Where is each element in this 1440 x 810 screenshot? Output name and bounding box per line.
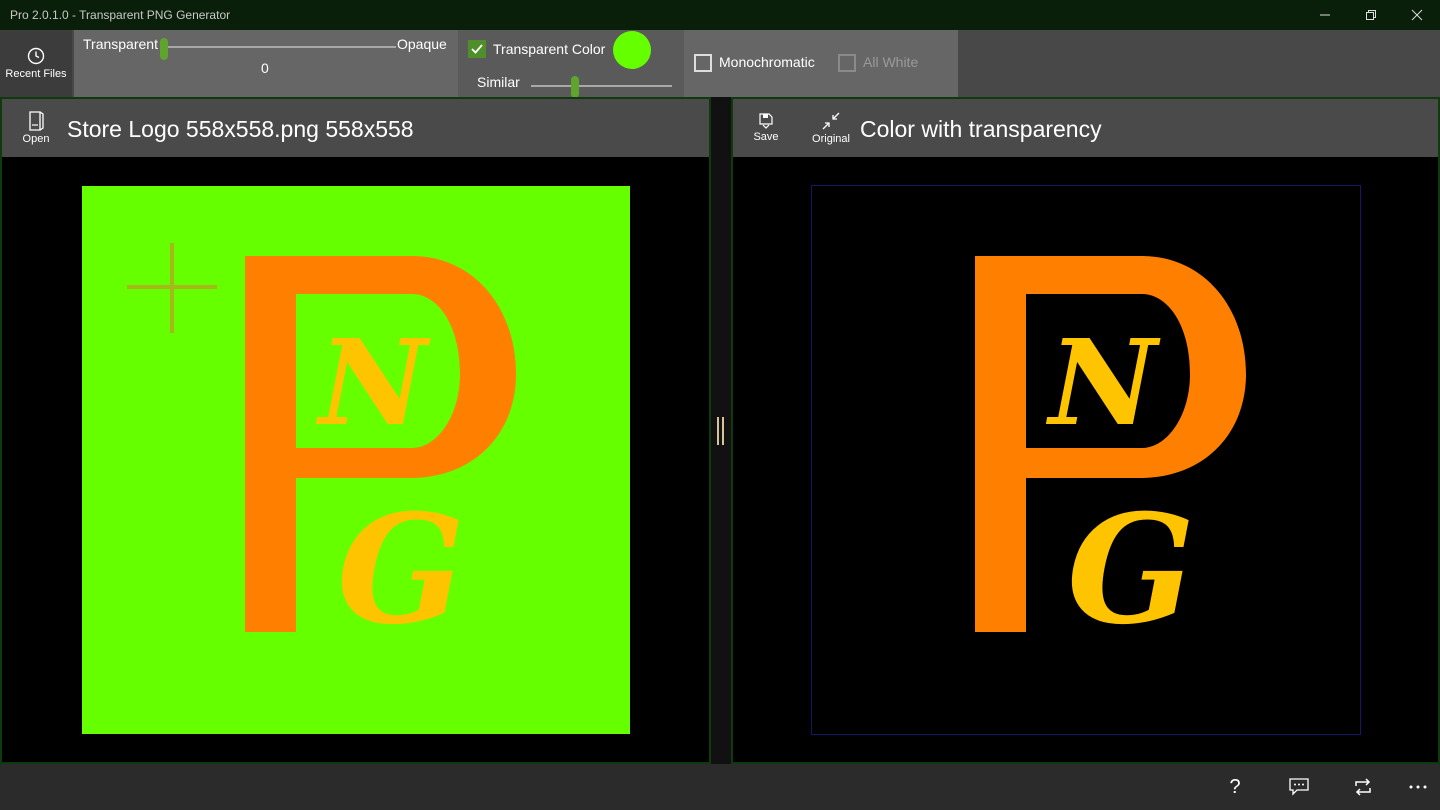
- svg-text:N: N: [315, 313, 431, 452]
- result-image-pane: Save Original Color with transparency N …: [731, 97, 1440, 764]
- result-image: N G: [811, 185, 1361, 735]
- crosshair-marker: [127, 243, 217, 333]
- window-title: Pro 2.0.1.0 - Transparent PNG Generator: [10, 8, 231, 22]
- color-mode-panel: Monochromatic All White: [684, 30, 958, 97]
- recent-files-button[interactable]: Recent Files: [0, 30, 72, 97]
- checkmark-icon: [471, 44, 483, 54]
- all-white-label: All White: [863, 54, 919, 70]
- all-white-checkbox[interactable]: [838, 54, 856, 72]
- question-mark-icon: ?: [1229, 775, 1241, 798]
- monochromatic-label: Monochromatic: [719, 54, 815, 70]
- save-label: Save: [753, 131, 779, 143]
- svg-text:G: G: [1067, 482, 1195, 658]
- result-image-title: Color with transparency: [860, 116, 1102, 142]
- save-button[interactable]: Save: [743, 99, 789, 157]
- transparent-color-label: Transparent Color: [493, 41, 606, 57]
- open-file-icon: [29, 111, 44, 131]
- png-logo-result: N G: [975, 256, 1246, 658]
- svg-text:N: N: [1045, 313, 1161, 452]
- more-icon: [1409, 785, 1427, 789]
- opaque-label: Opaque: [397, 36, 447, 52]
- transparent-color-swatch[interactable]: [613, 31, 651, 69]
- more-button[interactable]: [1400, 772, 1436, 802]
- open-label: Open: [22, 133, 50, 145]
- clock-icon: [27, 47, 45, 65]
- repeat-icon: [1355, 778, 1371, 796]
- transparent-color-panel: Transparent Color Similar: [458, 30, 684, 98]
- close-button[interactable]: [1394, 0, 1440, 30]
- original-label: Original: [812, 133, 850, 145]
- similar-slider-thumb[interactable]: [570, 76, 579, 98]
- transparency-panel: Transparent Opaque 0: [74, 30, 458, 97]
- source-image-title: Store Logo 558x558.png 558x558: [67, 116, 414, 142]
- open-button[interactable]: Open: [12, 99, 60, 157]
- toolbar: Recent Files Transparent Opaque 0 Transp…: [0, 30, 1440, 98]
- feedback-button[interactable]: [1281, 772, 1317, 802]
- minimize-button[interactable]: [1302, 0, 1348, 30]
- result-pane-header: Save Original Color with transparency: [733, 99, 1438, 157]
- splitter-handle[interactable]: [717, 417, 725, 445]
- title-bar: Pro 2.0.1.0 - Transparent PNG Generator: [0, 0, 1440, 30]
- monochromatic-checkbox[interactable]: [694, 54, 712, 72]
- feedback-icon: [1289, 778, 1309, 796]
- help-button[interactable]: ?: [1217, 772, 1253, 802]
- transparent-label: Transparent: [83, 36, 158, 52]
- recent-files-label: Recent Files: [5, 68, 67, 80]
- shrink-arrows-icon: [822, 112, 840, 130]
- png-logo-source: N G: [127, 243, 516, 658]
- repeat-button[interactable]: [1345, 772, 1381, 802]
- source-pane-header: Open Store Logo 558x558.png 558x558: [2, 99, 709, 157]
- bottom-command-bar: ?: [0, 764, 1440, 810]
- save-icon: [759, 113, 773, 129]
- svg-text:G: G: [337, 482, 465, 658]
- source-image-pane: Open Store Logo 558x558.png 558x558 N G: [0, 97, 711, 764]
- restore-icon: [1366, 10, 1376, 20]
- similar-label: Similar: [477, 74, 520, 90]
- restore-button[interactable]: [1348, 0, 1394, 30]
- close-icon: [1411, 9, 1423, 21]
- similar-slider-track[interactable]: [531, 85, 672, 87]
- original-button[interactable]: Original: [803, 99, 859, 157]
- transparency-slider-thumb[interactable]: [160, 38, 168, 60]
- transparent-color-checkbox[interactable]: [468, 40, 486, 58]
- minimize-icon: [1320, 14, 1330, 16]
- transparency-slider-track[interactable]: [160, 46, 396, 48]
- transparency-value: 0: [261, 60, 269, 76]
- source-image: N G: [82, 186, 630, 734]
